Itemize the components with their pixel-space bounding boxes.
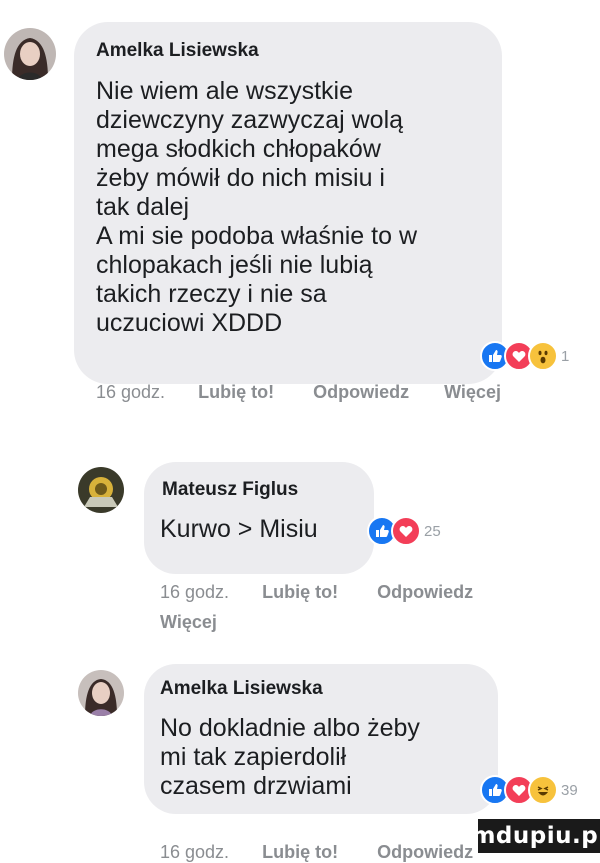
comment-author[interactable]: Amelka Lisiewska (160, 678, 323, 700)
avatar-mateusz[interactable] (78, 467, 124, 513)
haha-icon (528, 775, 558, 805)
comment-amelka-1: Amelka Lisiewska Nie wiem ale wszystkie … (0, 0, 600, 403)
more-link[interactable]: Więcej (444, 382, 501, 403)
comment-author[interactable]: Mateusz Figlus (162, 479, 298, 501)
comment-text: Kurwo > Misiu (160, 515, 318, 543)
avatar-amelka[interactable] (4, 28, 56, 80)
reply-link[interactable]: Odpowiedz (313, 382, 409, 403)
reaction-summary[interactable]: 1 (480, 339, 569, 373)
comment-actions: 16 godz. Lubię to! Odpowiedz Więcej (96, 382, 501, 403)
reaction-summary[interactable]: 39 (480, 773, 578, 807)
reaction-count: 39 (561, 781, 578, 799)
reply-link[interactable]: Odpowiedz (377, 582, 473, 603)
more-link[interactable]: Więcej (160, 612, 217, 633)
comment-actions: 16 godz. Lubię to! Odpowiedz (160, 582, 473, 603)
comment-author[interactable]: Amelka Lisiewska (96, 40, 259, 62)
comment-mateusz: Mateusz Figlus Kurwo > Misiu 25 16 godz.… (0, 420, 600, 640)
comment-actions-wrap: Więcej (160, 612, 217, 633)
like-link[interactable]: Lubię to! (262, 582, 338, 603)
love-icon (391, 516, 421, 546)
comment-time[interactable]: 16 godz. (96, 382, 165, 403)
comment-text: No dokladnie albo żeby mi tak zapierdoli… (160, 714, 420, 800)
wow-icon (528, 341, 558, 371)
watermark: mdupiu.pl (471, 819, 600, 853)
reaction-count: 1 (561, 347, 570, 365)
comment-time[interactable]: 16 godz. (160, 582, 229, 603)
reaction-count: 25 (424, 522, 441, 540)
like-link[interactable]: Lubię to! (198, 382, 274, 403)
avatar-amelka[interactable] (78, 670, 124, 716)
reaction-summary[interactable]: 25 (367, 514, 441, 548)
comment-text: Nie wiem ale wszystkie dziewczyny zazwyc… (96, 77, 418, 337)
